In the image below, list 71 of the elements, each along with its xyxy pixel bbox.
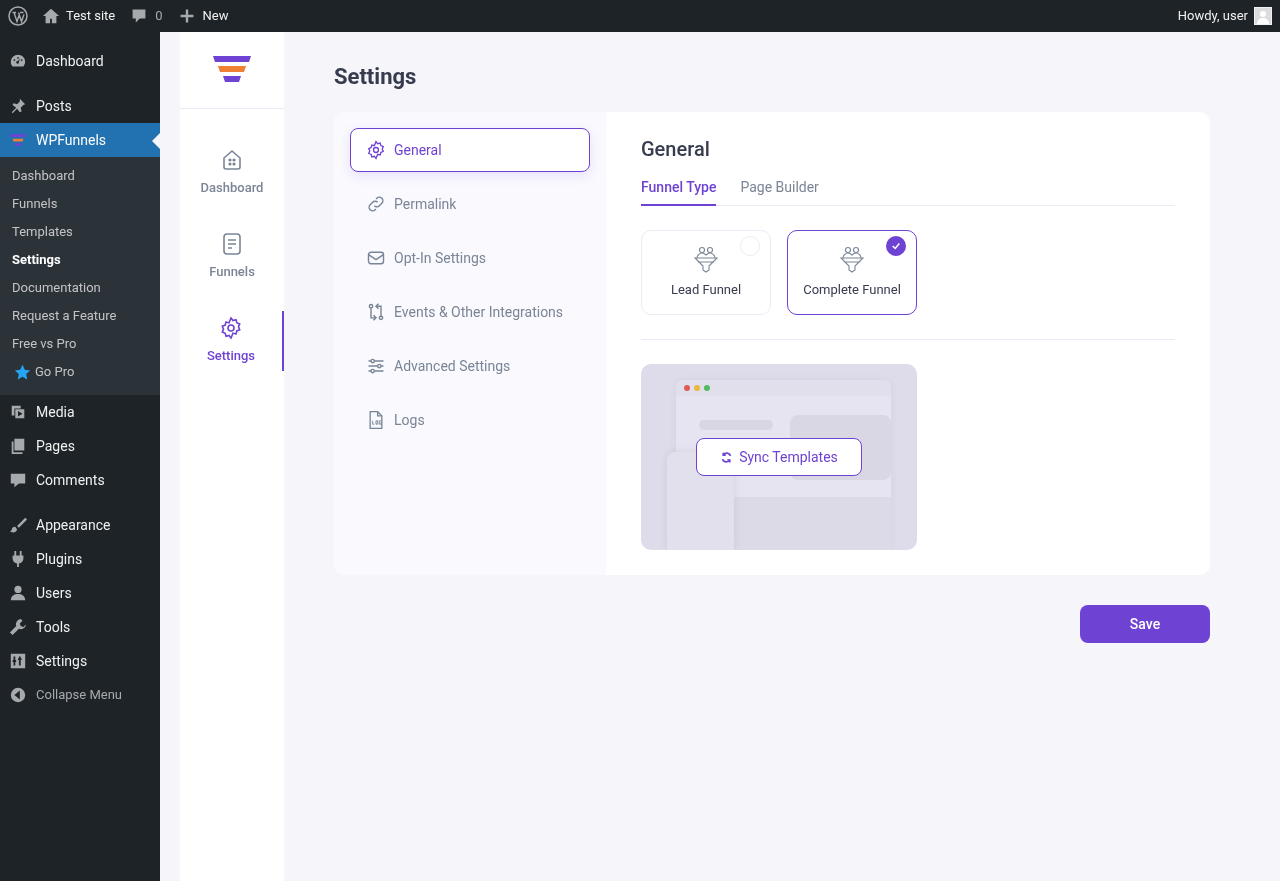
sync-templates-button[interactable]: Sync Templates [696,438,862,476]
admin-menu-item[interactable]: Tools [0,610,160,644]
tab[interactable]: Funnel Type [641,172,717,206]
section-title: General [641,136,711,162]
settings-menu-item[interactable]: Opt-In Settings [350,236,590,280]
envelope-icon [366,248,386,268]
admin-menu-item[interactable]: Users [0,576,160,610]
home-icon [42,7,60,25]
link-icon [366,194,386,214]
settings-menu-item[interactable]: General [350,128,590,172]
swap-arrows-icon [366,302,386,322]
admin-menu-item[interactable]: Appearance [0,508,160,542]
wrench-icon [9,618,27,636]
site-link[interactable]: Test site [42,6,116,26]
sliders-icon [366,356,386,376]
avatar-icon [1254,7,1272,25]
save-button[interactable]: Save [1080,605,1210,643]
new-content-link[interactable]: New [178,6,229,26]
admin-menu-item[interactable]: WPFunnels [0,123,160,157]
submenu-item[interactable]: Documentation [0,274,160,302]
admin-menu-item[interactable]: Media [0,395,160,429]
settings-menu-item[interactable]: Events & Other Integrations [350,290,590,334]
submenu-item[interactable]: Funnels [0,190,160,218]
gear-icon [219,316,243,341]
house-icon [220,148,244,173]
account-link[interactable]: Howdy, user [1177,6,1272,26]
comments-link[interactable]: 0 [131,6,163,26]
admin-menu-item[interactable]: Comments [0,463,160,497]
nav-item[interactable]: Dashboard [180,143,284,203]
collapse-menu-button[interactable]: Collapse Menu [0,678,160,712]
tab[interactable]: Page Builder [740,172,819,206]
settings-menu-item[interactable]: Advanced Settings [350,344,590,388]
paintbrush-icon [9,516,27,534]
submenu-item[interactable]: Dashboard [0,162,160,190]
checkmark-icon [891,241,901,251]
refresh-icon [720,450,734,464]
settings-menu-item[interactable]: Logs [350,398,590,442]
star-icon [14,363,31,381]
pages-icon [9,437,27,455]
wordpress-logo-button[interactable] [8,6,28,26]
funnel-logo-icon [9,132,27,148]
plus-icon [178,8,195,24]
submenu-item[interactable]: Request a Feature [0,302,160,330]
admin-menu-item[interactable]: Dashboard [0,44,160,78]
media-icon [9,403,27,421]
pushpin-icon [9,97,27,115]
submenu-item[interactable]: Settings [0,246,160,274]
checked-radio[interactable] [886,236,906,256]
wordpress-logo-icon [8,6,28,26]
nav-item[interactable]: Settings [180,311,284,371]
admin-menu-item[interactable]: Posts [0,89,160,123]
comment-bubble-icon [9,471,27,489]
document-icon [220,232,244,257]
settings-menu-item[interactable]: Permalink [350,182,590,226]
comment-bubble-icon [131,8,148,24]
funnel-type-card[interactable]: Lead Funnel [641,230,771,315]
admin-menu-item[interactable]: Plugins [0,542,160,576]
person-icon [9,584,27,602]
submenu-item[interactable]: Free vs Pro [0,330,160,358]
submenu-item[interactable]: Templates [0,218,160,246]
admin-menu-item[interactable]: Settings [0,644,160,678]
gear-icon [366,140,386,160]
submenu-item[interactable]: Go Pro [0,358,160,386]
nav-item[interactable]: Funnels [180,227,284,287]
funnel-people-icon [693,245,719,274]
sliders-icon [9,652,27,670]
funnel-people-icon [839,245,865,274]
funnel-type-card[interactable]: Complete Funnel [787,230,917,315]
page-title: Settings [334,63,418,91]
admin-menu-item[interactable]: Pages [0,429,160,463]
funnel-logo-icon [212,55,252,85]
